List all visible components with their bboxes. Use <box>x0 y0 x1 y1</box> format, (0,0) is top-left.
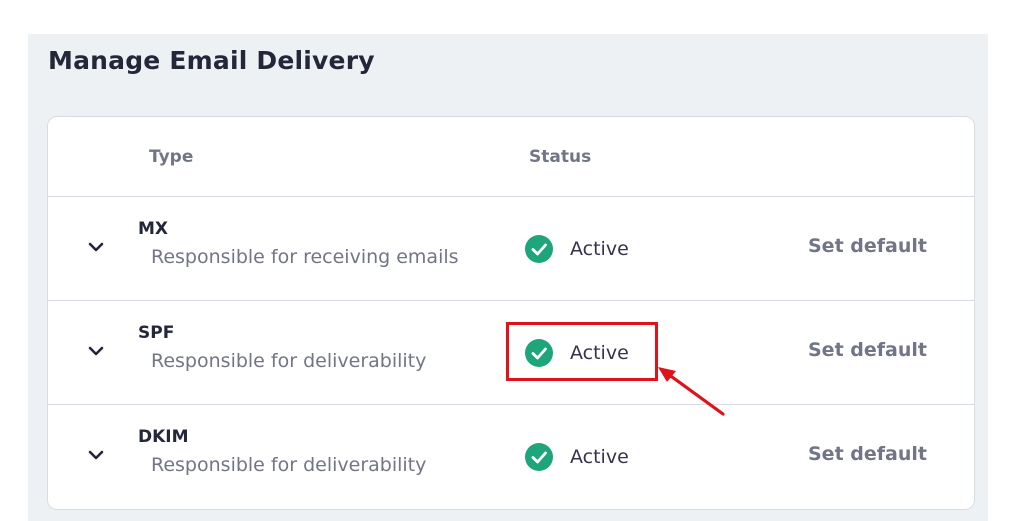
table-row: MX Responsible for receiving emails Acti… <box>48 197 974 301</box>
status-text: Active <box>570 342 629 364</box>
column-header-type: Type <box>149 147 194 167</box>
page-title: Manage Email Delivery <box>48 46 375 75</box>
record-type-description: Responsible for deliverability <box>151 454 427 476</box>
column-header-status: Status <box>529 147 592 167</box>
email-records-table: Type Status MX Responsible for receiving… <box>47 116 975 510</box>
manage-email-delivery-panel: Manage Email Delivery Type Status MX Res… <box>28 34 988 521</box>
table-row: SPF Responsible for deliverability Activ… <box>48 301 974 405</box>
chevron-down-icon[interactable] <box>86 237 106 257</box>
chevron-down-icon[interactable] <box>86 445 106 465</box>
record-type-description: Responsible for deliverability <box>151 350 427 372</box>
record-type-name: DKIM <box>138 427 189 447</box>
record-type-name: MX <box>138 219 169 239</box>
record-type-description: Responsible for receiving emails <box>151 246 459 268</box>
status-indicator: Active <box>525 442 629 472</box>
status-text: Active <box>570 446 629 468</box>
set-default-button[interactable]: Set default <box>808 235 927 257</box>
set-default-button[interactable]: Set default <box>808 339 927 361</box>
record-type-name: SPF <box>138 323 175 343</box>
status-text: Active <box>570 238 629 260</box>
status-indicator: Active <box>525 338 629 368</box>
check-circle-icon <box>525 443 553 471</box>
check-circle-icon <box>525 235 553 263</box>
status-indicator: Active <box>525 234 629 264</box>
check-circle-icon <box>525 339 553 367</box>
table-row: DKIM Responsible for deliverability Acti… <box>48 405 974 508</box>
table-header: Type Status <box>48 117 974 197</box>
chevron-down-icon[interactable] <box>86 341 106 361</box>
set-default-button[interactable]: Set default <box>808 443 927 465</box>
